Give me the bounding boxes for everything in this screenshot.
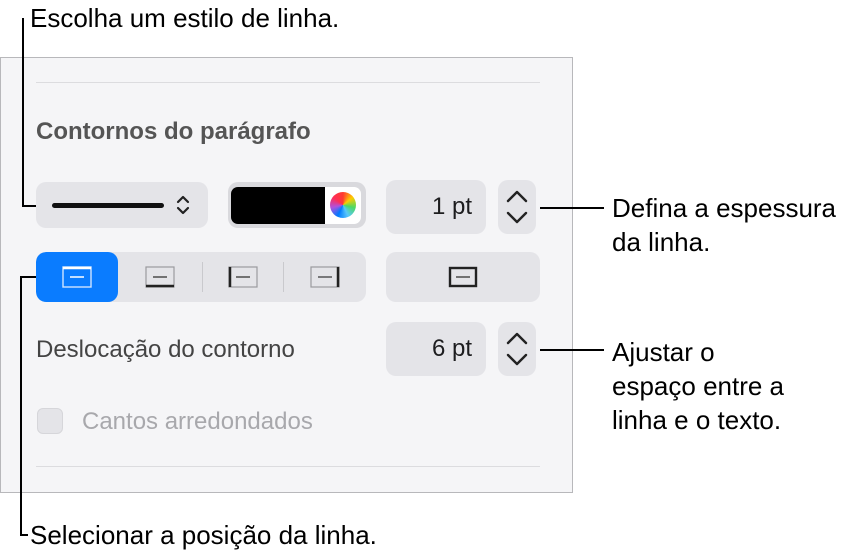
color-wheel-icon xyxy=(330,192,356,218)
offset-field[interactable]: 6 pt xyxy=(386,322,486,376)
callout-offset-line2: espaço entre a xyxy=(612,371,785,401)
position-top-button[interactable] xyxy=(36,252,118,302)
color-swatch[interactable] xyxy=(231,186,325,224)
leader-line-style-horizontal xyxy=(22,205,36,207)
border-position-segmented[interactable] xyxy=(36,252,366,302)
leader-offset xyxy=(540,349,604,351)
all-borders-button[interactable] xyxy=(386,252,540,302)
border-width-stepper[interactable] xyxy=(498,180,536,234)
chevron-down-icon[interactable] xyxy=(504,349,530,369)
top-border-icon xyxy=(62,266,92,288)
line-sample xyxy=(52,202,164,208)
bottom-border-icon xyxy=(145,266,175,288)
border-color-well[interactable] xyxy=(228,182,366,228)
leader-line-style-vertical xyxy=(22,18,24,205)
leader-position-end xyxy=(20,534,28,536)
rounded-corners-checkbox[interactable] xyxy=(37,408,63,434)
position-right-button[interactable] xyxy=(284,252,366,302)
border-width-field[interactable]: 1 pt xyxy=(386,180,486,234)
callout-line-style: Escolha um estilo de linha. xyxy=(30,3,340,33)
line-style-popup[interactable] xyxy=(36,182,208,228)
chevron-updown-icon xyxy=(176,195,190,215)
callout-thickness-line1: Defina a espessura xyxy=(612,193,837,223)
color-wheel-button[interactable] xyxy=(325,186,361,224)
offset-value: 6 pt xyxy=(431,335,472,362)
bottom-divider xyxy=(36,466,540,467)
top-divider xyxy=(36,82,540,83)
chevron-down-icon[interactable] xyxy=(504,207,530,227)
offset-label: Deslocação do contorno xyxy=(36,336,295,363)
leader-position-horizontal xyxy=(20,276,36,278)
callout-thickness-line2: da linha. xyxy=(612,227,711,257)
callout-offset-line1: Ajustar o xyxy=(612,337,715,367)
section-title: Contornos do parágrafo xyxy=(36,118,311,145)
position-bottom-button[interactable] xyxy=(118,252,202,302)
chevron-up-icon[interactable] xyxy=(504,329,530,349)
chevron-up-icon[interactable] xyxy=(504,187,530,207)
position-left-button[interactable] xyxy=(203,252,283,302)
leader-thickness xyxy=(540,207,604,209)
callout-position: Selecionar a posição da linha. xyxy=(30,520,377,550)
right-border-icon xyxy=(310,266,340,288)
border-width-value: 1 pt xyxy=(431,193,472,220)
box-border-icon xyxy=(448,266,478,288)
left-border-icon xyxy=(228,266,258,288)
leader-position-vertical xyxy=(20,276,22,535)
callout-offset-line3: linha e o texto. xyxy=(612,405,782,435)
offset-stepper[interactable] xyxy=(498,322,536,376)
rounded-corners-label: Cantos arredondados xyxy=(82,408,313,435)
